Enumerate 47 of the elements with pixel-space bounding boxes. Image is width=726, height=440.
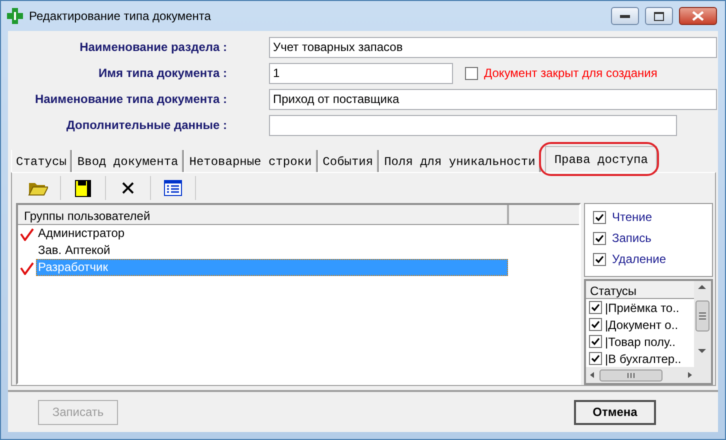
column-header[interactable]: Статусы xyxy=(586,281,694,299)
open-folder-icon xyxy=(28,180,48,196)
list-item: |В бухгалтер.. xyxy=(605,350,682,367)
checkbox[interactable] xyxy=(593,232,606,244)
list-item: |Товар полу.. xyxy=(605,334,676,350)
checkbox[interactable] xyxy=(593,210,606,224)
checkbox[interactable] xyxy=(589,335,602,348)
minimize-icon xyxy=(620,14,630,18)
vertical-scrollbar[interactable] xyxy=(694,281,711,383)
checkbox-label: Чтение xyxy=(612,209,652,226)
tab[interactable]: Поля для уникальности xyxy=(379,150,542,172)
tab[interactable]: Статусы xyxy=(11,150,72,172)
window-title: Редактирование типа документа xyxy=(29,8,212,25)
checkbox[interactable] xyxy=(589,301,602,314)
maximize-icon xyxy=(654,12,664,20)
checkbox-label: Документ закрыт для создания xyxy=(484,65,658,82)
text-field[interactable] xyxy=(269,114,677,136)
field-label: Дополнительные данные : xyxy=(65,117,228,134)
text-field[interactable]: 1 xyxy=(269,62,453,84)
checkbox[interactable] xyxy=(465,66,478,80)
close-icon xyxy=(692,11,704,21)
table-row[interactable]: Администратор xyxy=(36,225,508,242)
tab[interactable]: Ввод документа xyxy=(72,150,184,172)
tab[interactable]: Нетоварные строки xyxy=(184,150,318,172)
horizontal-scrollbar[interactable] xyxy=(586,367,694,383)
checkbox[interactable] xyxy=(593,252,606,266)
checkbox-label: Запись xyxy=(612,230,652,247)
close-button[interactable] xyxy=(679,7,717,25)
tab[interactable]: Права доступа xyxy=(545,146,657,172)
table-row[interactable]: Зав. Аптекой xyxy=(36,242,508,259)
tab[interactable]: События xyxy=(318,150,380,172)
list-icon xyxy=(164,180,182,196)
cross-icon xyxy=(7,8,23,24)
checkbox[interactable] xyxy=(589,352,602,365)
checkbox[interactable] xyxy=(589,318,602,331)
text-field[interactable]: Учет товарных запасов xyxy=(269,36,717,58)
field-label: Наименование раздела : xyxy=(78,39,228,56)
delete-icon xyxy=(121,181,135,195)
text-field[interactable]: Приход от поставщика xyxy=(269,88,717,110)
checkbox-label: Удаление xyxy=(612,251,666,268)
field-label: Имя типа документа : xyxy=(98,65,228,82)
field-label: Наименование типа документа : xyxy=(34,91,228,108)
maximize-button[interactable] xyxy=(645,7,673,25)
minimize-button[interactable] xyxy=(611,7,639,25)
list-item: |Приёмка то.. xyxy=(605,300,680,316)
list-item: |Документ о.. xyxy=(605,316,678,333)
button[interactable]: Отмена xyxy=(574,400,656,424)
